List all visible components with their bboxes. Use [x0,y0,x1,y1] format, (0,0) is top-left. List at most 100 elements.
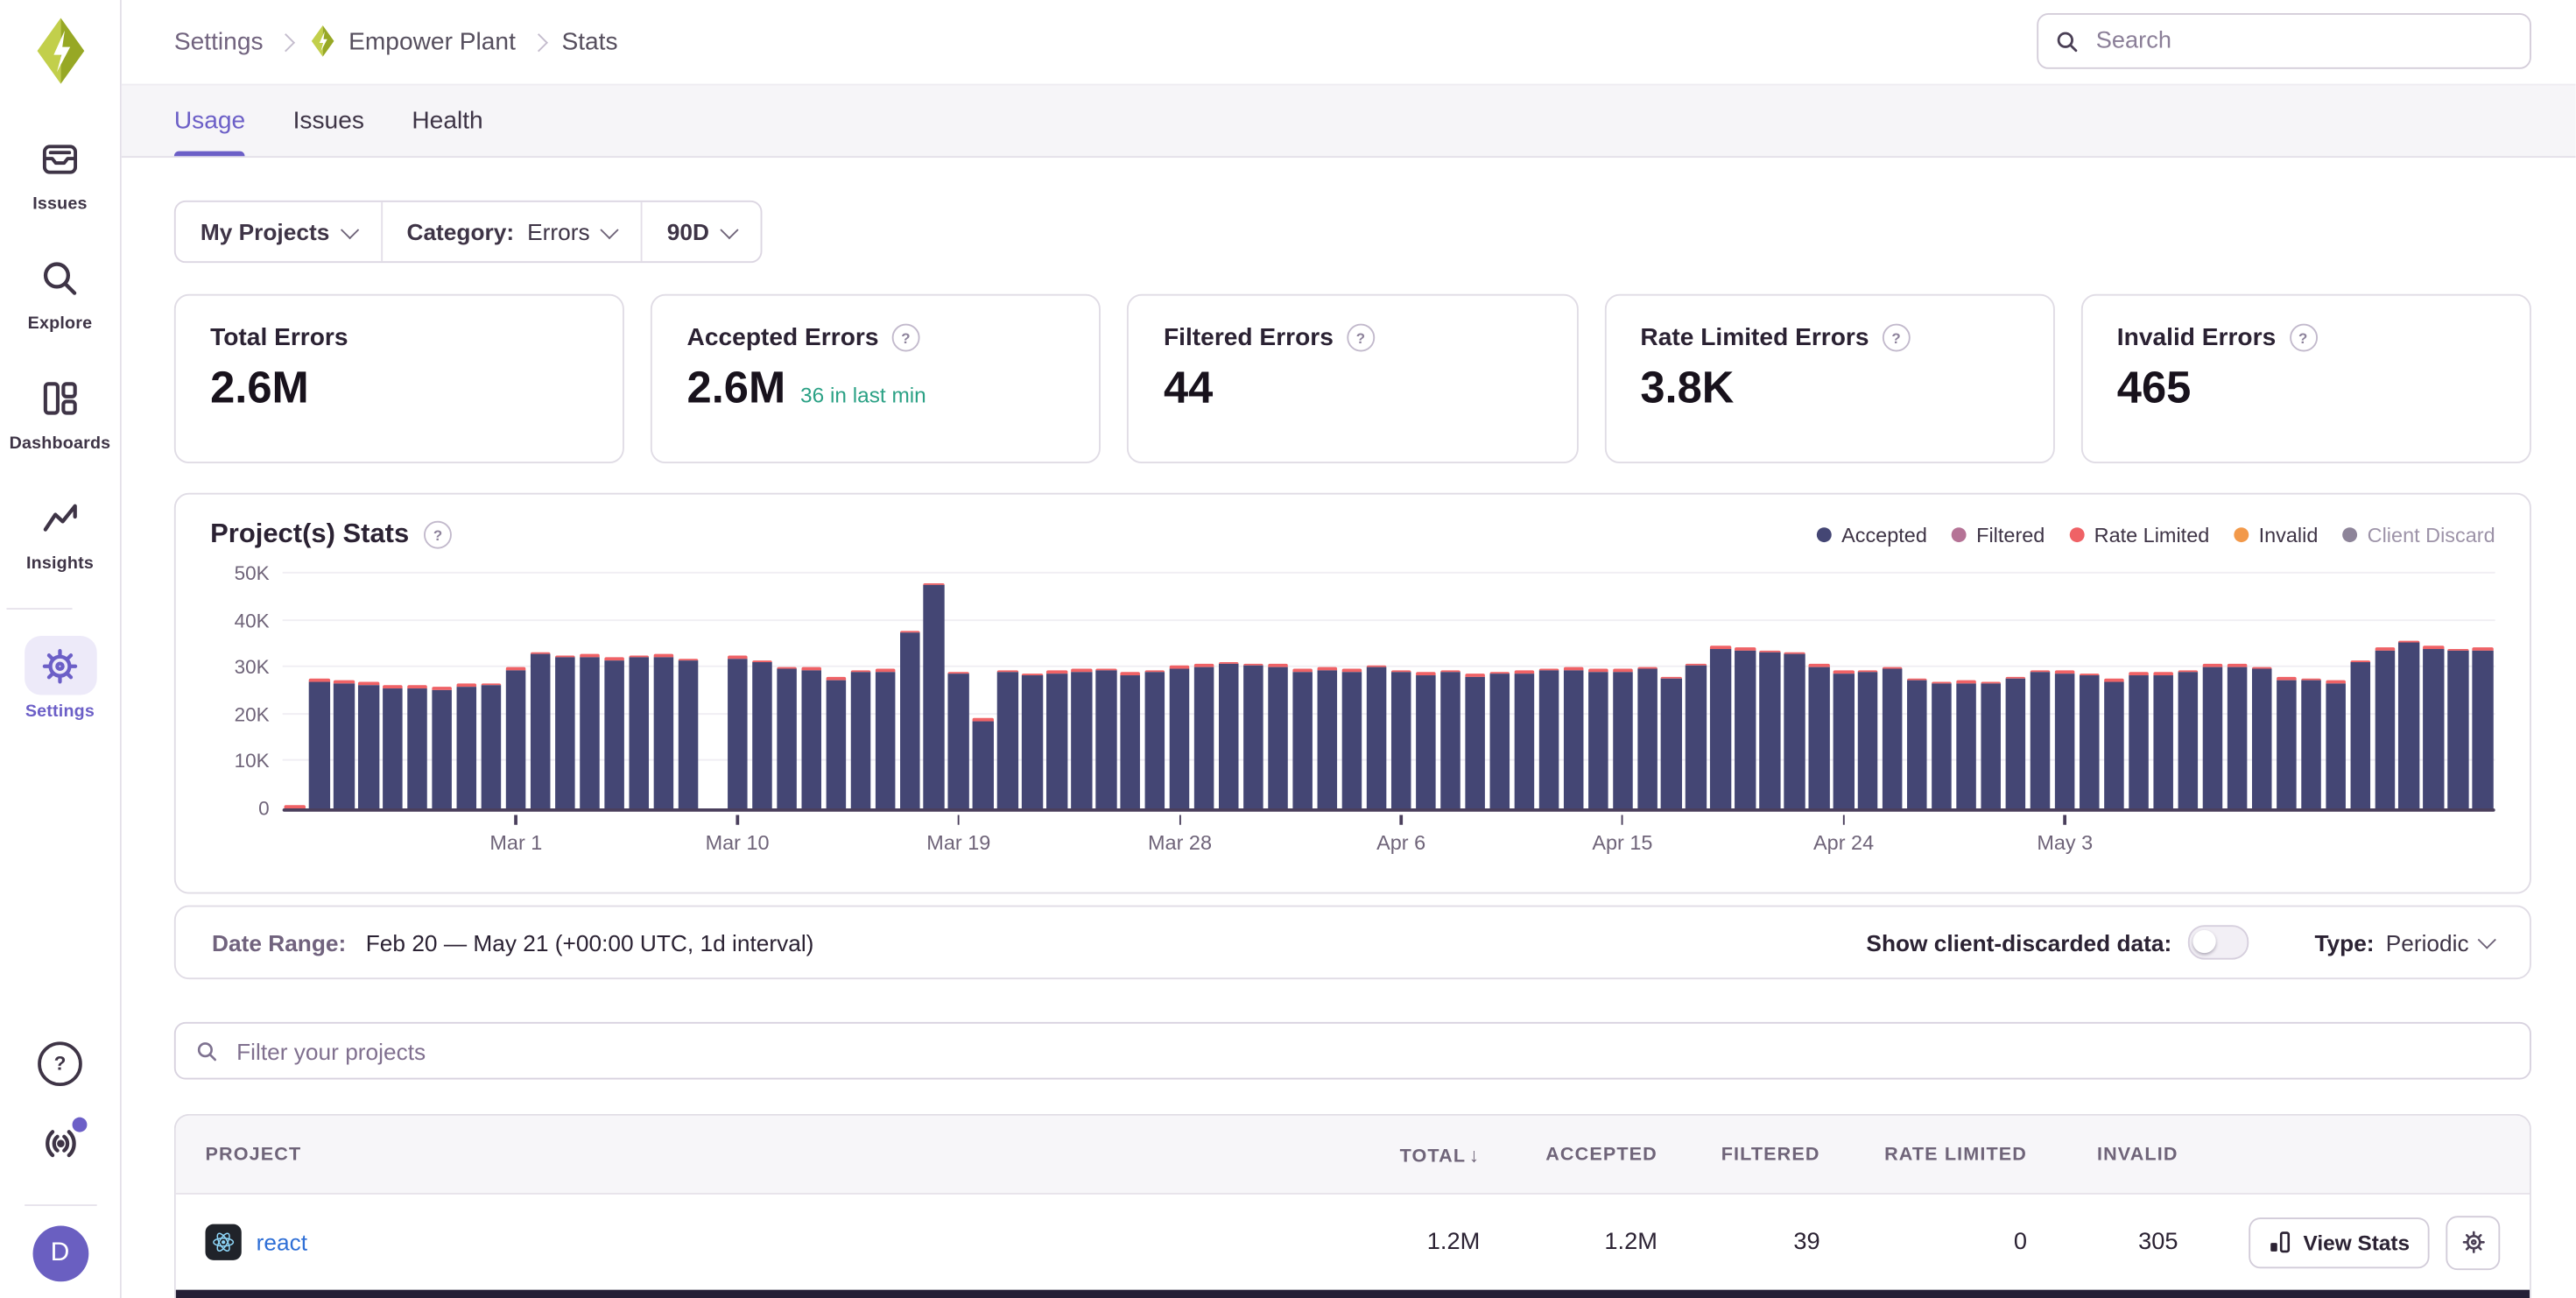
chart-bar[interactable] [2153,673,2173,808]
tab-issues[interactable]: Issues [293,85,364,156]
chart-bar[interactable] [604,658,624,808]
chart-bar[interactable] [2350,660,2370,808]
chart-bar[interactable] [1194,665,1214,808]
chart-bar[interactable] [358,682,378,808]
project-filter-search[interactable] [174,1022,2531,1080]
chart-bar[interactable] [2448,648,2468,808]
period-selector[interactable]: 90D [643,202,760,262]
breadcrumb-settings[interactable]: Settings [174,28,264,56]
tab-health[interactable]: Health [412,85,482,156]
chart-bar[interactable] [383,685,403,808]
chart-bar[interactable] [1907,678,1927,808]
chart-bar[interactable] [1391,670,1411,808]
chart-bar[interactable] [1219,662,1239,808]
chart-bar[interactable] [1932,681,1952,808]
chart-bar[interactable] [826,678,846,808]
chart-bar[interactable] [1612,669,1632,808]
project-link[interactable]: react [257,1229,307,1255]
global-search[interactable] [2037,14,2531,70]
tab-usage[interactable]: Usage [174,85,245,156]
sidebar-item-explore[interactable]: Explore [6,248,115,334]
legend-item-3[interactable]: Invalid [2234,524,2318,547]
chart-bar[interactable] [1833,671,1854,808]
global-search-input[interactable] [2093,27,2513,57]
chart-bar[interactable] [2276,678,2296,808]
help-circle-icon[interactable]: ? [424,521,452,549]
help-circle-icon[interactable]: ? [2289,324,2317,352]
chart-bar[interactable] [2104,679,2124,808]
sidebar-item-insights[interactable]: Insights [6,488,115,574]
chart-bar[interactable] [2424,646,2444,808]
chart-bar[interactable] [1686,664,1707,808]
chart-bar[interactable] [531,653,551,808]
chart-bar[interactable] [2301,678,2321,808]
project-filter-input[interactable] [233,1036,2509,1066]
chart-bar[interactable] [1072,669,1092,808]
sidebar-item-issues[interactable]: Issues [6,128,115,214]
chart-bar[interactable] [1465,674,1485,808]
chart-bar[interactable] [309,679,329,808]
col-accepted[interactable]: ACCEPTED [1480,1145,1658,1165]
chart-bar[interactable] [678,659,698,808]
chart-bar[interactable] [1514,671,1534,808]
chart-bar[interactable] [506,667,526,808]
chart-bar[interactable] [1367,665,1387,808]
chart-bar[interactable] [653,654,673,808]
category-selector[interactable]: Category: Errors [382,202,640,262]
chart-bar[interactable] [1268,664,1288,808]
chart-bar[interactable] [1145,670,1165,808]
legend-item-4[interactable]: Client Discard [2343,524,2495,547]
chart-bar[interactable] [1489,672,1510,808]
sidebar-item-settings[interactable]: Settings [6,636,115,722]
project-settings-button[interactable] [2446,1215,2500,1269]
chart-bar[interactable] [2399,640,2419,808]
chart-bar[interactable] [1170,666,1190,808]
chart-bar[interactable] [1342,669,1362,808]
chart-bar[interactable] [1760,651,1780,808]
chart-bar[interactable] [2202,665,2222,808]
chart-bar[interactable] [2473,648,2493,808]
chart-bar[interactable] [2251,667,2271,808]
chart-bar[interactable] [1121,672,1141,808]
chart-bar[interactable] [1711,646,1731,808]
project-selector[interactable]: My Projects [176,202,381,262]
user-avatar[interactable]: D [32,1225,88,1281]
help-circle-icon[interactable]: ? [1347,324,1375,352]
whats-new-button[interactable] [27,1111,93,1176]
chart-bar[interactable] [1416,673,1436,808]
chart-bar[interactable] [973,718,993,808]
chart-bar[interactable] [1956,681,1976,808]
chart-bar[interactable] [457,684,477,808]
chart-bar[interactable] [2031,670,2051,808]
chart-bar[interactable] [1981,681,2002,808]
org-logo[interactable] [29,17,91,86]
chart-bar[interactable] [408,686,428,808]
help-circle-icon[interactable]: ? [1883,324,1911,352]
chart-bar[interactable] [1662,676,1682,808]
col-filtered[interactable]: FILTERED [1658,1145,1820,1165]
chart-bar[interactable] [2326,681,2346,808]
chart-bar[interactable] [2227,665,2247,808]
chart-bar[interactable] [555,655,575,808]
chart-bar[interactable] [2375,648,2395,808]
chart-bar[interactable] [1292,669,1313,808]
chart-bar[interactable] [1023,673,1043,808]
chart-bar[interactable] [2055,671,2075,808]
chart-bar[interactable] [1563,667,1583,808]
chart-bar[interactable] [580,654,600,808]
chart-bar[interactable] [899,631,919,808]
breadcrumb-organization[interactable]: Empower Plant [309,25,516,59]
chart-bar[interactable] [997,670,1017,808]
legend-item-1[interactable]: Filtered [1952,524,2045,547]
client-discard-toggle[interactable] [2188,925,2249,959]
chart-bar[interactable] [1317,667,1337,808]
help-button[interactable]: ? [27,1030,93,1096]
chart-bar[interactable] [1538,668,1559,808]
chart-bar[interactable] [2080,673,2100,808]
chart-bar[interactable] [1735,647,1756,808]
chart-bar[interactable] [2129,672,2149,808]
chart-bar[interactable] [1047,671,1067,808]
chart-bar[interactable] [924,582,944,808]
chart-bar[interactable] [850,670,870,808]
chart-bar[interactable] [801,667,821,808]
